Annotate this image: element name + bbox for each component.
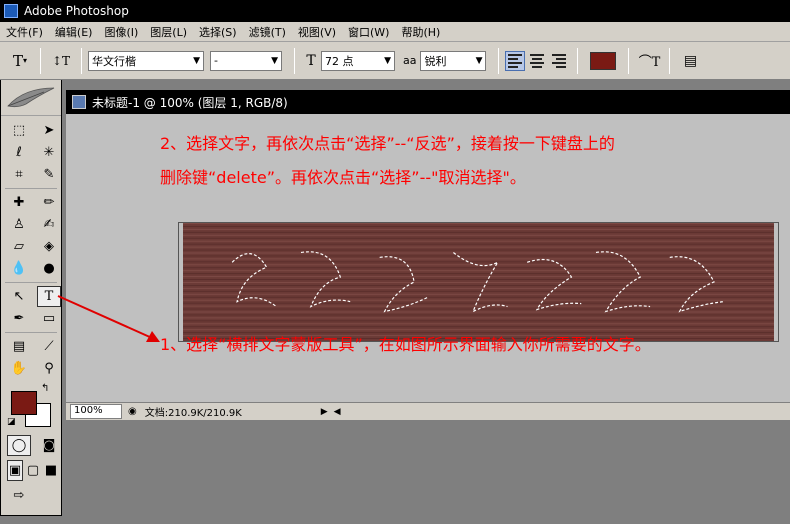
swap-colors-icon[interactable]: ↰	[41, 383, 49, 394]
brush-tool-icon[interactable]: ✏	[37, 192, 61, 213]
menu-bar: 文件(F) 编辑(E) 图像(I) 图层(L) 选择(S) 滤镜(T) 视图(V…	[0, 22, 790, 42]
shape-tool-icon[interactable]: ▭	[37, 308, 61, 329]
divider	[294, 47, 295, 74]
crop-tool-icon[interactable]: ⌗	[7, 164, 31, 185]
path-selection-icon[interactable]: ↖	[7, 286, 31, 307]
eyedropper-icon[interactable]: ⟋	[37, 336, 61, 357]
options-bar: T ▾ ↕T 华文行楷 ▼ - ▼ T 72 点 ▼ aa 锐利 ▼ ⌒T ▤	[0, 42, 790, 80]
magic-wand-icon[interactable]: ✳	[37, 142, 61, 163]
menu-file[interactable]: 文件(F)	[6, 24, 43, 40]
menu-help[interactable]: 帮助(H)	[401, 24, 440, 40]
chevron-down-icon: ▼	[271, 55, 278, 66]
divider	[5, 282, 57, 283]
screen-mode-menu-icon[interactable]: ▢	[25, 460, 41, 481]
lasso-tool-icon[interactable]: ℓ	[7, 142, 31, 163]
antialias-icon: aa	[403, 54, 417, 67]
quick-mask-icon[interactable]: ◙	[37, 435, 61, 456]
divider	[577, 47, 579, 74]
zoom-tool-icon[interactable]: ⚲	[37, 358, 61, 379]
align-right-button[interactable]	[549, 51, 569, 71]
document-size-info: 文档:210.9K/210.9K	[144, 408, 242, 419]
zoom-field[interactable]: 100%	[70, 404, 122, 419]
blur-tool-icon[interactable]: 💧	[7, 258, 31, 279]
eraser-tool-icon[interactable]: ▱	[7, 236, 31, 257]
font-size-value: 72 点	[325, 54, 354, 68]
move-tool-icon[interactable]: ➤	[37, 120, 61, 141]
toolbox: ⬚ ➤ ℓ ✳ ⌗ ✎ ✚ ✏ ♙ ✍ ▱ ◈ 💧 ● ↖ T ✒ ▭ ▤ ⟋ …	[0, 80, 62, 516]
scroll-left-icon[interactable]: ◀	[334, 407, 341, 417]
instruction-step2-line2: 删除键“delete”。再依次点击“选择”--"取消选择"。	[160, 168, 526, 187]
menu-select[interactable]: 选择(S)	[199, 24, 237, 40]
align-center-button[interactable]	[527, 51, 547, 71]
type-mask-tool-icon[interactable]: T	[37, 286, 61, 307]
type-tool-preset-icon[interactable]: T ▾	[6, 49, 34, 73]
healing-brush-icon[interactable]: ✚	[7, 192, 31, 213]
antialias-value: 锐利	[424, 54, 447, 68]
app-title: Adobe Photoshop	[24, 4, 129, 18]
menu-window[interactable]: 窗口(W)	[348, 24, 389, 40]
divider	[5, 188, 57, 189]
antialias-select[interactable]: 锐利 ▼	[420, 50, 487, 71]
chevron-down-icon: ▼	[193, 55, 200, 66]
divider	[669, 47, 671, 74]
divider	[628, 47, 630, 74]
chevron-down-icon: ▼	[475, 55, 483, 66]
font-style-select[interactable]: - ▼	[210, 50, 282, 71]
instruction-step2-line1: 2、选择文字，再依次点击“选择”--“反选”，接着按一下键盘上的	[160, 134, 615, 153]
dodge-tool-icon[interactable]: ●	[37, 258, 61, 279]
font-style-value: -	[214, 54, 218, 67]
status-menu-icon[interactable]: ◉	[128, 406, 137, 417]
font-family-value: 华文行楷	[92, 54, 136, 68]
divider	[40, 47, 41, 74]
divider	[5, 332, 57, 333]
document-title: 未标题-1 @ 100% (图层 1, RGB/8)	[92, 95, 288, 110]
menu-view[interactable]: 视图(V)	[298, 24, 336, 40]
foreground-color[interactable]	[11, 391, 37, 415]
notes-tool-icon[interactable]: ▤	[7, 336, 31, 357]
instruction-step1: 1、选择“横排文字蒙版工具”，在如图所示界面输入你所需要的文字。	[160, 335, 651, 354]
text-color-swatch[interactable]	[590, 51, 617, 70]
chevron-down-icon: ▼	[384, 55, 391, 66]
divider	[498, 47, 500, 74]
pen-tool-icon[interactable]: ✒	[7, 308, 31, 329]
font-size-select[interactable]: 72 点 ▼	[321, 50, 395, 71]
marquee-tool-icon[interactable]: ⬚	[7, 120, 31, 141]
warp-text-icon[interactable]: ⌒T	[635, 49, 663, 73]
menu-edit[interactable]: 编辑(E)	[55, 24, 93, 40]
palettes-icon[interactable]: ▤	[676, 49, 704, 73]
menu-layer[interactable]: 图层(L)	[150, 24, 187, 40]
wood-texture-canvas[interactable]	[178, 222, 779, 342]
canvas-area[interactable]	[66, 114, 790, 402]
font-size-icon: T	[306, 52, 316, 69]
screen-mode-full-icon[interactable]: ■	[43, 460, 59, 481]
paint-bucket-icon[interactable]: ◈	[37, 236, 61, 257]
slice-tool-icon[interactable]: ✎	[37, 164, 61, 185]
font-family-select[interactable]: 华文行楷 ▼	[88, 50, 204, 71]
menu-filter[interactable]: 滤镜(T)	[249, 24, 286, 40]
document-statusbar: 100% ◉ 文档:210.9K/210.9K ▶ ◀	[66, 402, 790, 420]
text-orientation-icon[interactable]: ↕T	[47, 49, 75, 73]
toolbox-feather-logo[interactable]	[1, 80, 61, 116]
standard-mode-icon[interactable]: ◯	[7, 435, 31, 456]
document-icon	[72, 95, 86, 109]
default-colors-icon[interactable]: ◪	[7, 417, 16, 427]
align-left-button[interactable]	[505, 50, 526, 71]
clone-stamp-icon[interactable]: ♙	[7, 214, 31, 235]
hand-tool-icon[interactable]: ✋	[7, 358, 31, 379]
divider	[81, 47, 82, 74]
app-titlebar: Adobe Photoshop	[0, 0, 790, 22]
history-brush-icon[interactable]: ✍	[37, 214, 61, 235]
feather-icon	[7, 87, 55, 107]
screen-mode-standard-icon[interactable]: ▣	[7, 460, 23, 481]
document-titlebar: 未标题-1 @ 100% (图层 1, RGB/8)	[66, 90, 790, 114]
photoshop-app-icon	[4, 4, 18, 18]
jump-to-imageready-icon[interactable]: ⇨	[7, 485, 31, 506]
menu-image[interactable]: 图像(I)	[104, 24, 138, 40]
status-play-icon[interactable]: ▶	[321, 407, 328, 417]
color-swatches: ↰ ◪	[7, 383, 61, 433]
